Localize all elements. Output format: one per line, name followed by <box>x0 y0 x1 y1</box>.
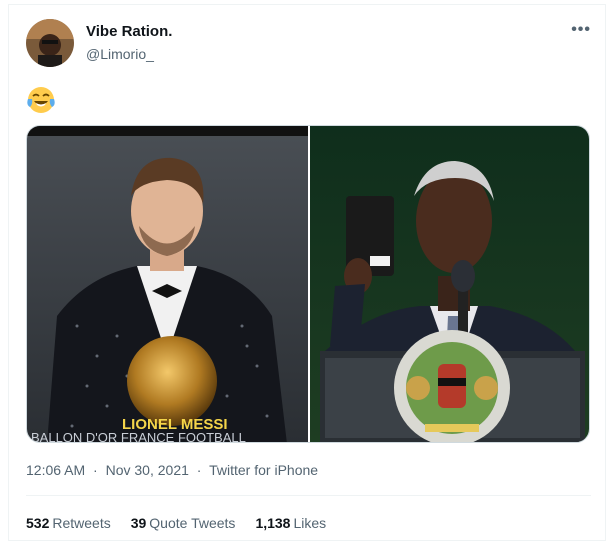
likes-label: Likes <box>293 515 327 531</box>
meta-separator: · <box>93 462 98 478</box>
likes-count: 1,138 <box>255 515 291 531</box>
retweets-stat[interactable]: 532 Retweets <box>26 515 111 531</box>
engagement-stats: 532 Retweets 39 Quote Tweets 1,138 Likes <box>26 515 326 531</box>
tweet-date[interactable]: Nov 30, 2021 <box>106 462 189 478</box>
display-name[interactable]: Vibe Ration. <box>86 23 172 40</box>
tweet-source[interactable]: Twitter for iPhone <box>209 462 318 478</box>
quote-tweets-label: Quote Tweets <box>149 515 236 531</box>
face-with-tears-of-joy-icon <box>26 85 56 115</box>
photo-swearing-in[interactable] <box>310 126 589 442</box>
tweet-card: Vibe Ration. @Limorio_ ••• LIONEL MESSI … <box>8 4 606 541</box>
tweet-time[interactable]: 12:06 AM <box>26 462 85 478</box>
user-handle[interactable]: @Limorio_ <box>86 46 154 62</box>
photo-caption-sub: BALLON D'OR FRANCE FOOTBALL <box>31 430 246 443</box>
avatar[interactable] <box>26 19 74 67</box>
retweets-label: Retweets <box>52 515 111 531</box>
more-options-icon[interactable]: ••• <box>571 21 591 39</box>
divider-line <box>26 495 591 496</box>
quote-tweets-stat[interactable]: 39 Quote Tweets <box>131 515 236 531</box>
photo-lionel-messi[interactable]: LIONEL MESSI BALLON D'OR FRANCE FOOTBALL <box>27 126 308 443</box>
meta-separator: · <box>196 462 202 478</box>
tweet-metadata: 12:06 AM · Nov 30, 2021 · Twitter for iP… <box>26 462 322 478</box>
likes-stat[interactable]: 1,138 Likes <box>255 515 326 531</box>
retweets-count: 532 <box>26 515 50 531</box>
media-grid[interactable]: LIONEL MESSI BALLON D'OR FRANCE FOOTBALL <box>26 125 590 443</box>
quote-tweets-count: 39 <box>130 515 147 531</box>
